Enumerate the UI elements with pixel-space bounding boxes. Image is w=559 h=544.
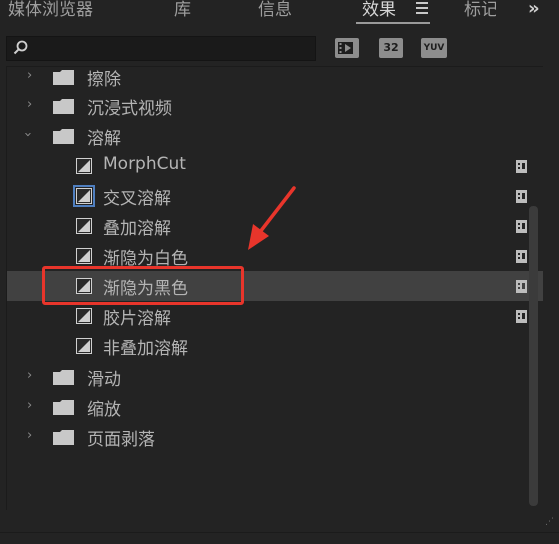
collapsed-arrow-icon[interactable]: › [27,68,32,83]
tree-item-label: 沉浸式视频 [87,99,172,119]
tree-folder-zoom[interactable]: › 缩放 [7,392,543,422]
folder-icon [53,99,74,114]
tree-item-label: 滑动 [87,370,121,390]
collapsed-arrow-icon[interactable]: › [27,97,32,112]
collapsed-arrow-icon[interactable]: › [27,368,32,383]
accelerated-badge-icon [516,220,527,233]
tree-folder-page-peel[interactable]: › 页面剥落 [7,422,543,452]
folder-icon [53,70,74,85]
tab-media-browser[interactable]: 媒体浏览器 [8,0,93,20]
panel-bottom-divider [0,532,559,533]
tab-markers[interactable]: 标记 [464,0,496,20]
tree-effect-film-dissolve[interactable]: 胶片溶解 [7,301,543,331]
tab-overflow-icon[interactable]: » [528,0,540,19]
tree-item-label: 非叠加溶解 [103,339,188,359]
tree-item-label: 叠加溶解 [103,219,171,239]
collapsed-arrow-icon[interactable]: › [27,428,32,443]
tab-info[interactable]: 信息 [258,0,292,20]
folder-icon [53,370,74,385]
accelerated-badge-icon [516,280,527,293]
active-tab-underline [356,22,430,24]
tree-folder-slide[interactable]: › 滑动 [7,362,543,392]
32bit-color-filter-button[interactable]: 32 [379,38,403,58]
yuv-filter-button[interactable]: YUV [421,38,447,58]
search-input[interactable] [33,39,307,60]
search-box [6,36,316,61]
folder-icon [53,400,74,415]
tree-effect-non-additive-dissolve[interactable]: 非叠加溶解 [7,331,543,361]
transition-effect-icon [76,158,92,174]
transition-effect-icon [76,308,92,324]
tree-item-label: 缩放 [87,400,121,420]
tab-libraries[interactable]: 库 [174,0,191,20]
annotation-highlight-box [42,266,244,305]
hamburger-menu-icon[interactable] [416,2,428,14]
tree-folder-dissolve[interactable]: › 溶解 [7,121,543,151]
tree-item-label: 擦除 [87,70,121,90]
transition-effect-icon [76,338,92,354]
accelerated-effects-filter-button[interactable] [335,38,359,58]
expanded-arrow-icon[interactable]: › [20,132,35,137]
collapsed-arrow-icon[interactable]: › [27,398,32,413]
transition-effect-icon [76,218,92,234]
accelerated-badge-icon [516,190,527,203]
panel-tab-bar: 媒体浏览器 库 信息 效果 标记 » [0,0,559,24]
accelerated-badge-icon [516,310,527,323]
tree-folder-wipe[interactable]: › 擦除 [7,67,543,92]
transition-effect-icon [76,248,92,264]
tree-item-label: MorphCut [103,154,186,174]
tab-effects[interactable]: 效果 [362,0,396,20]
vertical-scrollbar[interactable] [529,206,538,506]
tree-folder-immersive-video[interactable]: › 沉浸式视频 [7,91,543,121]
search-icon [13,40,28,55]
default-transition-effect-icon [73,185,95,207]
tree-item-label: 胶片溶解 [103,309,171,329]
tree-item-label: 交叉溶解 [103,189,171,209]
annotation-arrow-icon [248,186,296,250]
tree-item-label: 溶解 [87,129,121,149]
resize-grip-icon[interactable]: ⋰ [545,517,554,527]
accelerated-badge-icon [516,250,527,263]
folder-icon [53,129,74,144]
folder-icon [53,430,74,445]
accelerated-badge-icon [516,160,527,173]
accelerated-effects-icon [338,42,353,54]
tree-effect-morphcut[interactable]: MorphCut [7,151,543,181]
tree-item-label: 页面剥落 [87,430,155,450]
